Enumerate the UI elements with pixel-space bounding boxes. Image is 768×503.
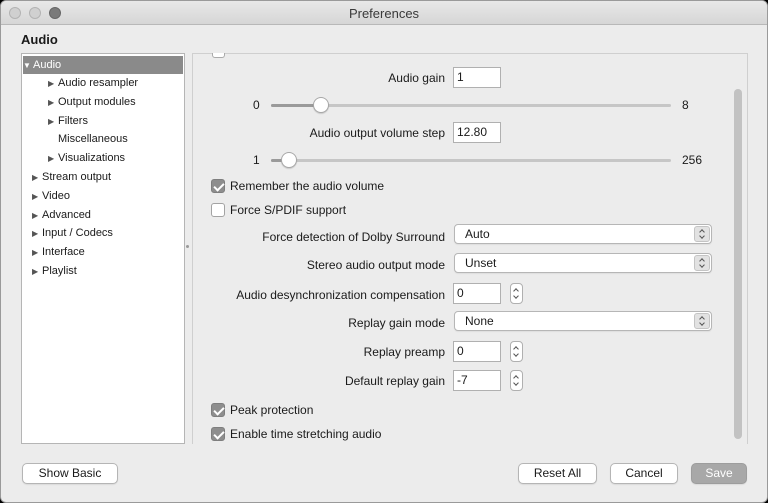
tree-item-interface[interactable]: ▶ Interface xyxy=(32,243,85,261)
tree-item-label: Input / Codecs xyxy=(42,227,113,239)
tree-item-label: Audio resampler xyxy=(58,77,139,89)
tree-item-miscellaneous[interactable]: Miscellaneous xyxy=(58,130,128,148)
tree-item-label: Interface xyxy=(42,246,85,258)
volume-step-max-label: 256 xyxy=(682,153,703,167)
tree-item-label: Advanced xyxy=(42,209,91,221)
audio-gain-label: Audio gain xyxy=(388,71,445,85)
audio-gain-min-label: 0 xyxy=(253,98,260,112)
stereo-mode-popup[interactable]: Unset xyxy=(454,253,712,273)
volume-step-slider-knob[interactable] xyxy=(281,152,297,168)
tree-item-stream-output[interactable]: ▶ Stream output xyxy=(32,168,111,186)
disclosure-collapsed-icon[interactable]: ▶ xyxy=(32,207,42,225)
audio-gain-slider[interactable] xyxy=(271,97,671,113)
force-spdif-checkbox[interactable] xyxy=(211,203,225,217)
stereo-mode-popup-value: Unset xyxy=(465,256,497,270)
disclosure-expanded-icon[interactable]: ▼ xyxy=(23,57,33,75)
save-button[interactable]: Save xyxy=(691,463,747,484)
replay-preamp-label: Replay preamp xyxy=(363,345,445,359)
tree-item-label: Miscellaneous xyxy=(58,133,128,145)
tree-item-label: Video xyxy=(42,190,70,202)
split-view-handle[interactable] xyxy=(186,245,189,248)
replay-gain-mode-popup[interactable]: None xyxy=(454,311,712,331)
desync-field[interactable]: 0 xyxy=(453,283,501,304)
force-spdif-label: Force S/PDIF support xyxy=(230,203,347,217)
tree-item-filters[interactable]: ▶ Filters xyxy=(48,112,88,130)
default-replay-gain-stepper[interactable] xyxy=(510,370,523,391)
reset-all-button[interactable]: Reset All xyxy=(518,463,597,484)
disclosure-collapsed-icon[interactable]: ▶ xyxy=(48,113,58,131)
tree-item-label: Output modules xyxy=(58,96,136,108)
dolby-popup-value: Auto xyxy=(465,227,490,241)
vertical-scrollbar[interactable] xyxy=(734,89,742,439)
default-replay-gain-label: Default replay gain xyxy=(344,374,445,388)
disclosure-collapsed-icon[interactable]: ▶ xyxy=(32,225,42,243)
disclosure-collapsed-icon[interactable]: ▶ xyxy=(32,244,42,262)
title-bar: Preferences xyxy=(1,1,767,25)
desync-label: Audio desynchronization compensation xyxy=(236,288,445,302)
dolby-popup[interactable]: Auto xyxy=(454,224,712,244)
preferences-window: Preferences Audio ▼ Audio ▶ Audio resample… xyxy=(0,0,768,503)
section-title: Audio xyxy=(21,32,58,47)
volume-step-label: Audio output volume step xyxy=(309,126,445,140)
window-title: Preferences xyxy=(348,6,420,21)
volume-step-min-label: 1 xyxy=(253,153,260,167)
disclosure-collapsed-icon[interactable]: ▶ xyxy=(32,263,42,281)
replay-preamp-field[interactable]: 0 xyxy=(453,341,501,362)
tree-item-input-codecs[interactable]: ▶ Input / Codecs xyxy=(32,224,113,242)
tree-item-playlist[interactable]: ▶ Playlist xyxy=(32,262,77,280)
clipped-checkbox[interactable] xyxy=(212,53,225,58)
tree-item-label: Playlist xyxy=(42,265,77,277)
disclosure-collapsed-icon[interactable]: ▶ xyxy=(48,94,58,112)
disclosure-collapsed-icon[interactable]: ▶ xyxy=(48,75,58,93)
disclosure-collapsed-icon[interactable]: ▶ xyxy=(32,188,42,206)
popup-arrows-icon xyxy=(694,313,710,329)
popup-arrows-icon xyxy=(694,226,710,242)
disclosure-collapsed-icon[interactable]: ▶ xyxy=(48,150,58,168)
audio-gain-max-label: 8 xyxy=(682,98,689,112)
volume-step-field[interactable]: 12.80 xyxy=(453,122,501,143)
peak-protection-label: Peak protection xyxy=(230,403,314,417)
remember-volume-checkbox[interactable] xyxy=(211,179,225,193)
tree-item-audio[interactable]: ▼ Audio xyxy=(23,56,183,74)
replay-preamp-stepper[interactable] xyxy=(510,341,523,362)
remember-volume-label: Remember the audio volume xyxy=(230,179,385,193)
replay-gain-mode-popup-value: None xyxy=(465,314,494,328)
cancel-button[interactable]: Cancel xyxy=(610,463,678,484)
audio-gain-slider-knob[interactable] xyxy=(313,97,329,113)
tree-item-visualizations[interactable]: ▶ Visualizations xyxy=(48,149,125,167)
category-tree: ▼ Audio ▶ Audio resampler ▶ Output modules … xyxy=(21,53,185,444)
tree-item-video[interactable]: ▶ Video xyxy=(32,187,70,205)
tree-item-label: Filters xyxy=(58,115,88,127)
tree-item-label: Audio xyxy=(33,59,62,71)
desync-stepper[interactable] xyxy=(510,283,523,304)
tree-item-output-modules[interactable]: ▶ Output modules xyxy=(48,93,136,111)
time-stretching-label: Enable time stretching audio xyxy=(230,427,382,441)
default-replay-gain-field[interactable]: -7 xyxy=(453,370,501,391)
tree-item-audio-resampler[interactable]: ▶ Audio resampler xyxy=(48,74,138,92)
replay-gain-mode-label: Replay gain mode xyxy=(348,316,445,330)
dolby-label: Force detection of Dolby Surround xyxy=(262,230,445,244)
show-basic-button[interactable]: Show Basic xyxy=(22,463,118,484)
tree-item-label: Stream output xyxy=(42,171,112,183)
stereo-mode-label: Stereo audio output mode xyxy=(306,258,445,272)
tree-item-label: Visualizations xyxy=(58,152,126,164)
popup-arrows-icon xyxy=(694,255,710,271)
tree-item-advanced[interactable]: ▶ Advanced xyxy=(32,206,91,224)
audio-gain-field[interactable]: 1 xyxy=(453,67,501,88)
disclosure-collapsed-icon[interactable]: ▶ xyxy=(32,169,42,187)
time-stretching-checkbox[interactable] xyxy=(211,427,225,441)
peak-protection-checkbox[interactable] xyxy=(211,403,225,417)
volume-step-slider[interactable] xyxy=(271,152,671,168)
